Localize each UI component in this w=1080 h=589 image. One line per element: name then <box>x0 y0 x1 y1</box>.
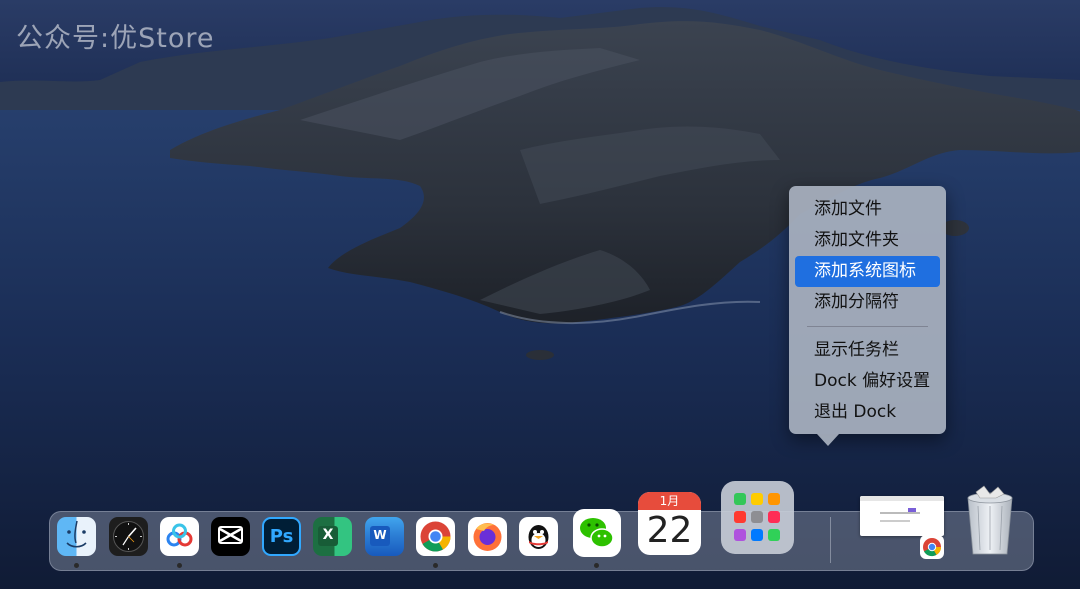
menu-separator <box>807 326 928 327</box>
qq-penguin-icon <box>528 525 549 549</box>
excel-label: X <box>322 527 334 543</box>
launchpad-icon[interactable] <box>721 481 794 554</box>
clock-icon[interactable] <box>109 517 148 556</box>
wechat-bubbles-icon <box>580 518 614 548</box>
menu-item-add-folder[interactable]: 添加文件夹 <box>795 225 940 256</box>
finder-face-icon <box>66 520 87 548</box>
dock-divider <box>830 517 831 563</box>
menu-item-dock-preferences[interactable]: Dock 偏好设置 <box>795 366 940 397</box>
chrome-running-dot <box>433 563 438 568</box>
menu-item-add-file[interactable]: 添加文件 <box>795 194 940 225</box>
firefox-logo-icon <box>473 523 502 551</box>
dock-context-menu: 添加文件 添加文件夹 添加系统图标 添加分隔符 显示任务栏 Dock 偏好设置 … <box>789 186 946 446</box>
menu-item-quit-dock[interactable]: 退出 Dock <box>795 397 940 428</box>
baidu-cloud-shape-icon <box>166 523 193 547</box>
word-icon[interactable]: W <box>365 517 404 556</box>
calendar-icon[interactable]: 1月 22 <box>638 492 701 555</box>
chrome-icon[interactable] <box>416 517 455 556</box>
chrome-logo-icon <box>420 521 451 552</box>
menu-item-add-separator[interactable]: 添加分隔符 <box>795 287 940 318</box>
chrome-window-thumbnail-icon[interactable] <box>860 496 944 536</box>
finder-running-dot <box>74 563 79 568</box>
trash-can-icon <box>967 485 1013 555</box>
baidu-netdisk-icon[interactable] <box>160 517 199 556</box>
chrome-badge-icon <box>920 535 944 559</box>
finder-icon[interactable] <box>57 517 96 556</box>
qq-icon[interactable] <box>519 517 558 556</box>
trash-icon[interactable] <box>960 484 1020 558</box>
clock-face-icon <box>113 521 144 552</box>
photoshop-icon[interactable]: Ps <box>262 517 301 556</box>
menu-item-show-taskbar[interactable]: 显示任务栏 <box>795 335 940 366</box>
wechat-running-dot <box>594 563 599 568</box>
chrome-badge-logo-icon <box>923 538 941 557</box>
watermark-text: 公众号:优Store <box>16 23 215 54</box>
capcut-icon[interactable] <box>211 517 250 556</box>
menu-item-add-system-icon[interactable]: 添加系统图标 <box>795 256 940 287</box>
word-label: W <box>373 528 387 542</box>
photoshop-label: Ps <box>269 526 294 547</box>
calendar-day: 22 <box>646 510 693 551</box>
excel-icon[interactable]: X <box>313 517 352 556</box>
desktop: 公众号:优Store 添加文件 添加文件夹 添加系统图标 添加分隔符 显示任务栏… <box>0 0 1080 589</box>
capcut-logo-icon <box>218 526 243 544</box>
firefox-icon[interactable] <box>468 517 507 556</box>
baidu-netdisk-running-dot <box>177 563 182 568</box>
wechat-icon[interactable] <box>573 509 621 557</box>
